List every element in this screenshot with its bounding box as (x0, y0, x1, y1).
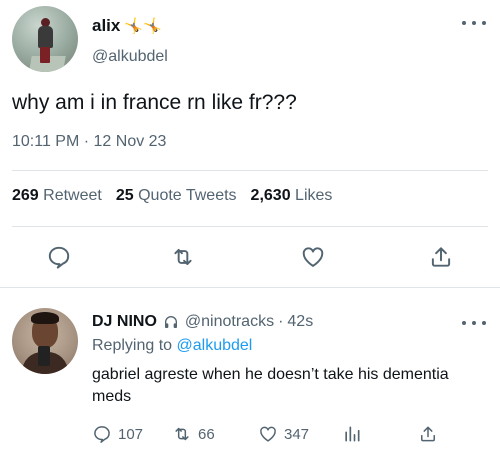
retweet-count: 66 (198, 425, 215, 443)
likes-count: 2,630 (250, 187, 291, 204)
share-icon (421, 426, 435, 442)
reply-like-button[interactable]: 347 (258, 424, 309, 444)
more-options-icon[interactable] (462, 318, 486, 328)
reply-header: DJ NINO @ninotracks · 42s (92, 313, 313, 331)
share-icon[interactable] (428, 244, 454, 270)
quotes-label: Quote Tweets (138, 187, 237, 204)
author-display-name[interactable]: alix (92, 16, 120, 36)
author-handle[interactable]: @alkubdel (92, 48, 168, 66)
author-name-row: alix 🤸🤸 (92, 16, 162, 36)
analytics-icon (345, 426, 360, 442)
divider (12, 170, 488, 171)
gymnast-icon: 🤸🤸 (124, 18, 162, 35)
avatar-figure (38, 18, 53, 63)
headphones-icon (164, 316, 177, 328)
quotes-count: 25 (115, 187, 134, 204)
divider (0, 287, 500, 288)
reply-analytics-button[interactable] (342, 424, 368, 444)
retweets-count: 269 (12, 187, 39, 204)
reply-icon[interactable] (46, 244, 72, 270)
tweet-stats: 269 Retweet 25 Quote Tweets 2,630 Likes (12, 187, 346, 205)
tweet-timestamp[interactable]: 10:11 PM · 12 Nov 23 (12, 133, 166, 151)
reply-display-name[interactable]: DJ NINO (92, 313, 157, 331)
reply-time[interactable]: 42s (287, 313, 313, 331)
reply-icon (94, 426, 110, 443)
avatar[interactable] (12, 6, 78, 72)
likes-label: Likes (295, 187, 333, 204)
avatar[interactable] (12, 308, 78, 374)
reply-share-button[interactable] (418, 424, 444, 444)
reply-retweet-button[interactable]: 66 (172, 424, 215, 444)
reply-reply-button[interactable]: 107 (92, 424, 143, 444)
tweet-actions (0, 244, 500, 272)
retweet-icon[interactable] (170, 244, 196, 270)
reply-text: gabriel agreste when he doesn’t take his… (92, 366, 449, 405)
replying-prefix: Replying to (92, 337, 173, 354)
more-options-icon[interactable] (462, 18, 486, 28)
like-icon[interactable] (300, 244, 326, 270)
quotes-stat[interactable]: 25 Quote Tweets (116, 187, 237, 205)
reply-actions: 107 66 347 (92, 424, 492, 446)
replying-mention[interactable]: @alkubdel (177, 337, 253, 354)
replying-to: Replying to @alkubdel (92, 337, 252, 355)
reply-count: 107 (118, 425, 144, 443)
retweets-stat[interactable]: 269 Retweet (12, 187, 102, 205)
like-count: 347 (284, 425, 310, 443)
tweet-text: why am i in france rn like fr??? (12, 91, 297, 114)
retweets-label: Retweet (43, 187, 102, 204)
likes-stat[interactable]: 2,630 Likes (251, 187, 333, 205)
separator: · (278, 313, 284, 330)
reply-handle[interactable]: @ninotracks (185, 313, 274, 331)
divider (12, 226, 488, 227)
like-icon (260, 426, 276, 442)
retweet-icon (175, 427, 189, 441)
